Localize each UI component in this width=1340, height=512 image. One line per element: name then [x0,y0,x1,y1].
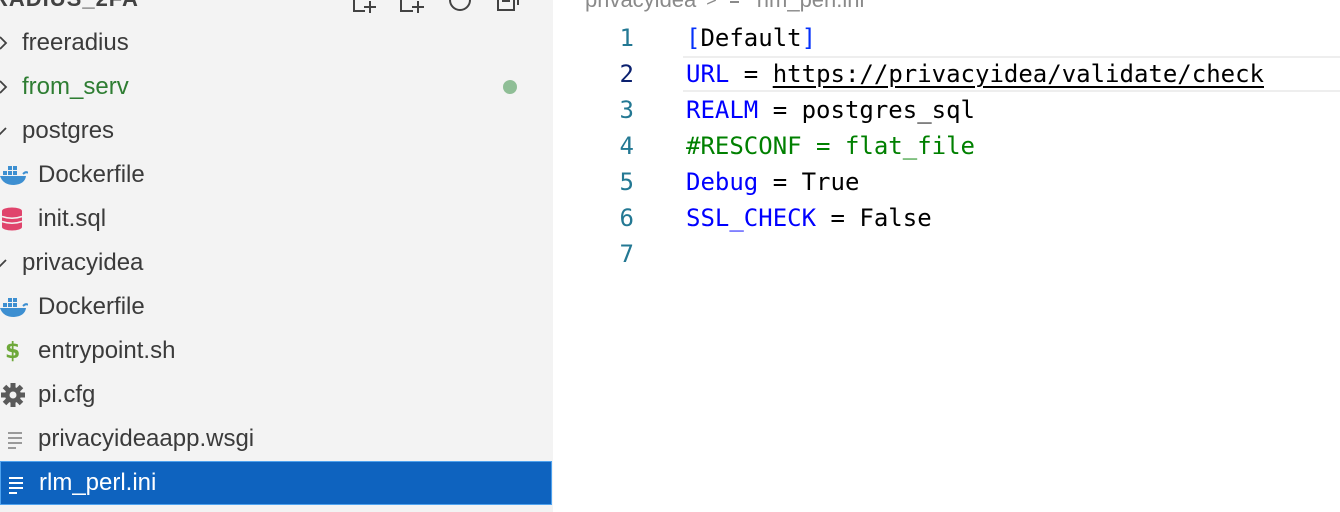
tree-file-init-sql[interactable]: init.sql [0,197,553,241]
line-number: 6 [619,204,634,232]
breadcrumb-file[interactable]: rlm_perl.ini [757,0,865,13]
code-line[interactable]: 4 #RESCONF = flat_file [553,128,1340,164]
tree-file-label: Dockerfile [38,293,145,320]
chevron-right-icon [0,76,12,98]
chevron-right-icon [0,32,12,54]
breadcrumb-folder[interactable]: privacyidea [585,0,696,13]
code-token: = [729,60,773,88]
code-token: = False [816,204,932,232]
tree-file-label: privacyideaapp.wsgi [38,425,255,452]
collapse-all-icon[interactable] [494,0,522,14]
code-text: URL = https://privacyidea/validate/check [686,60,1264,88]
code-token: ] [801,24,817,52]
tree-folder-label: privacyidea [22,249,144,276]
code-token: = postgres_sql [758,96,975,124]
tree-folder-label: freeradius [22,29,129,56]
lines-icon [727,0,747,13]
code-token: REALM [686,96,759,124]
code-line[interactable]: 6 SSL_CHECK = False [553,200,1340,236]
code-text: SSL_CHECK = False [686,204,932,232]
breadcrumb: privacyidea > rlm_perl.ini [585,0,864,14]
line-number: 7 [619,240,634,268]
code-link[interactable]: https://privacyidea/validate/check [773,60,1264,88]
line-number: 2 [619,60,634,88]
new-file-icon[interactable] [350,0,378,14]
tree-file-pi-cfg[interactable]: pi.cfg [0,373,553,417]
code-token: #RESCONF = flat_file [686,132,975,160]
line-number: 5 [619,168,634,196]
code-text: REALM = postgres_sql [686,96,975,124]
code-line[interactable]: 1 [Default] [553,20,1340,56]
code-token: = True [758,168,860,196]
refresh-icon[interactable] [446,0,474,14]
code-text: [Default] [686,24,816,52]
code-line[interactable]: 2 URL = https://privacyidea/validate/che… [553,56,1340,92]
tree-folder-freeradius[interactable]: freeradius [0,21,553,65]
dollar-icon: $ [5,338,21,364]
breadcrumb-separator: > [706,0,717,11]
tree-folder-from-serv[interactable]: from_serv [0,65,553,109]
docker-icon [0,162,28,188]
tree-file-dockerfile[interactable]: Dockerfile [0,153,553,197]
tree-file-privacyideaapp-wsgi[interactable]: privacyideaapp.wsgi [0,417,553,461]
explorer-title: RADIUS_2FA [0,0,139,12]
tree-file-label: Dockerfile [38,161,145,188]
line-number: 1 [619,24,634,52]
modified-dot-icon [503,80,517,94]
tree-file-entrypoint-sh[interactable]: $ entrypoint.sh [0,329,553,373]
tree-folder-privacyidea[interactable]: privacyidea [0,241,553,285]
chevron-down-icon [0,252,12,274]
line-number: 4 [619,132,634,160]
chevron-down-icon [0,120,12,142]
tree-file-label: entrypoint.sh [38,337,176,364]
docker-icon [0,294,28,320]
database-icon [0,206,28,232]
tree-file-label: rlm_perl.ini [39,469,157,496]
explorer-header: RADIUS_2FA [0,0,553,14]
code-text: Debug = True [686,168,859,196]
code-line[interactable]: 5 Debug = True [553,164,1340,200]
lines-icon [1,471,29,497]
line-number: 3 [619,96,634,124]
code-text: #RESCONF = flat_file [686,132,975,160]
code-token: [ [686,24,701,52]
code-line[interactable]: 3 REALM = postgres_sql [553,92,1340,128]
code-line[interactable]: 7 [553,236,1340,272]
tree-file-dockerfile[interactable]: Dockerfile [0,285,553,329]
new-folder-icon[interactable] [398,0,426,14]
tree-file-label: pi.cfg [38,381,96,408]
tree-file-rlm-perl-ini[interactable]: rlm_perl.ini [0,461,552,505]
tree-file-label: init.sql [38,205,107,232]
gear-icon [0,382,28,408]
code-token: Debug [686,168,759,196]
tree-folder-label: postgres [22,117,115,144]
code-editor[interactable]: privacyidea > rlm_perl.ini 1 [Default] 2… [553,0,1340,512]
code-token: URL [686,60,730,88]
tree-folder-postgres[interactable]: postgres [0,109,553,153]
code-token: SSL_CHECK [686,204,817,232]
code-token: Default [700,24,802,52]
tree-folder-label: from_serv [22,73,129,100]
explorer-sidebar: RADIUS_2FA freeradius from_serv p [0,0,553,512]
lines-icon [0,426,28,452]
